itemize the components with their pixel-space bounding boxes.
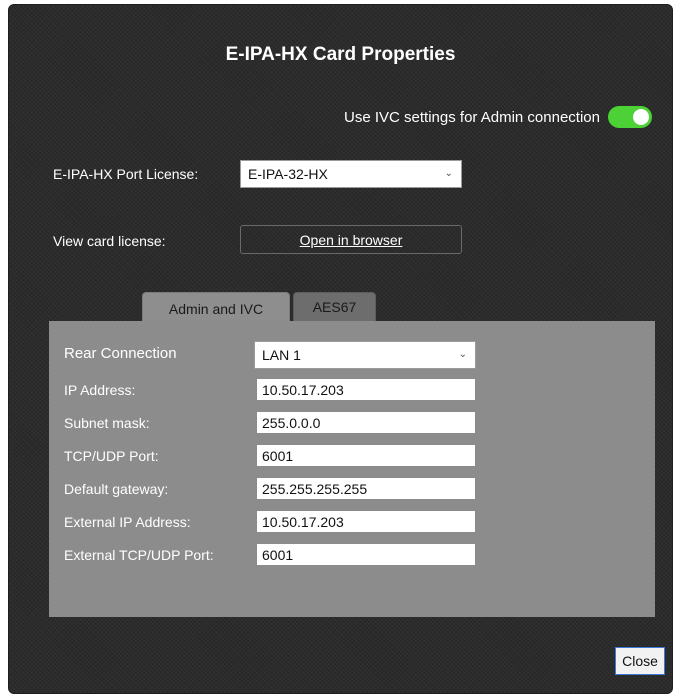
default-gateway-field[interactable] [256, 477, 476, 500]
subnet-mask-field[interactable] [256, 411, 476, 434]
external-ip-label: External IP Address: [64, 514, 191, 530]
default-gateway-label: Default gateway: [64, 481, 169, 497]
ip-address-field[interactable] [256, 378, 476, 401]
ip-address-label: IP Address: [64, 382, 136, 398]
port-license-value: E-IPA-32-HX [248, 166, 328, 182]
ivc-settings-row: Use IVC settings for Admin connection [344, 106, 652, 128]
ivc-toggle-switch[interactable] [608, 106, 652, 128]
external-port-label: External TCP/UDP Port: [64, 547, 214, 563]
tcp-udp-port-label: TCP/UDP Port: [64, 448, 159, 464]
card-license-label: View card license: [53, 233, 166, 249]
tab-admin-and-ivc[interactable]: Admin and IVC [142, 292, 290, 324]
rear-connection-value: LAN 1 [262, 347, 301, 363]
dialog-title: E-IPA-HX Card Properties [225, 44, 456, 65]
tab-aes67[interactable]: AES67 [293, 292, 376, 322]
port-license-select[interactable]: E-IPA-32-HX ⌄ [240, 160, 462, 188]
close-button[interactable]: Close [615, 647, 665, 675]
chevron-down-icon: ⌄ [444, 167, 453, 179]
open-in-browser-button[interactable]: Open in browser [240, 225, 462, 254]
port-license-label: E-IPA-HX Port License: [53, 166, 199, 182]
external-ip-field[interactable] [256, 510, 476, 533]
chevron-down-icon: ⌄ [458, 348, 467, 360]
subnet-mask-label: Subnet mask: [64, 415, 150, 431]
external-port-field[interactable] [256, 543, 476, 566]
tcp-udp-port-field[interactable] [256, 444, 476, 467]
rear-connection-select[interactable]: LAN 1 ⌄ [254, 341, 476, 369]
card-properties-dialog: E-IPA-HX Card Properties Use IVC setting… [8, 4, 673, 694]
admin-ivc-panel: Rear Connection LAN 1 ⌄ IP Address: Subn… [49, 321, 655, 617]
rear-connection-label: Rear Connection [64, 345, 177, 362]
toggle-knob [633, 109, 649, 125]
ivc-toggle-label: Use IVC settings for Admin connection [344, 108, 600, 126]
